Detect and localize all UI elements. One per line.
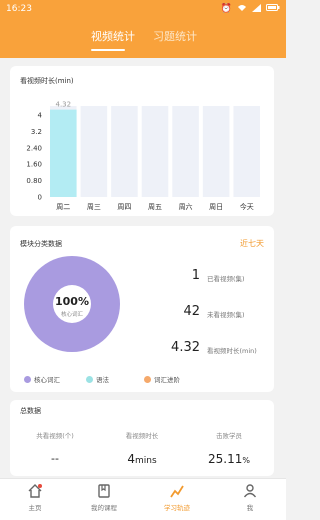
legend-swatch [144, 375, 151, 383]
y-tick-label: 0.80 [26, 177, 42, 185]
legend-grammar: 语法 [86, 374, 109, 384]
donut-percent: 100% [55, 295, 89, 308]
y-tick-label: 2.40 [26, 144, 42, 152]
x-category-label: 周日 [209, 203, 223, 211]
tab-exercise-stats[interactable]: 习题统计 [153, 28, 197, 44]
alarm-icon: ⏰ [220, 4, 232, 14]
y-tick-label: 4 [38, 112, 43, 120]
bar-background [233, 106, 260, 197]
trend-icon [170, 485, 184, 498]
y-tick-label: 1.60 [26, 161, 42, 169]
nav-my-courses[interactable]: 我的课程 [84, 483, 124, 512]
summary-value-duration: 4mins [102, 452, 182, 466]
nav-learning-track[interactable]: 学习轨迹 [157, 483, 197, 512]
summary-value-videos: -- [51, 452, 59, 465]
legend-advanced-vocab: 词汇进阶 [144, 374, 180, 384]
bar-data-label: 4.32 [55, 101, 71, 109]
x-category-label: 周二 [56, 203, 70, 211]
watched-label: 已看视频(集) [207, 275, 245, 283]
module-title: 模块分类数据 [20, 240, 62, 248]
tab-video-stats[interactable]: 视频统计 [91, 28, 135, 44]
module-card: 模块分类数据 近七天 100% 核心词汇 1 已看视频(集) 42 未看视频(集… [10, 226, 274, 392]
unwatched-label: 未看视频(集) [207, 311, 245, 319]
donut-label: 核心词汇 [60, 312, 83, 318]
summary-duration-unit: mins [134, 456, 157, 466]
status-time: 16:23 [6, 4, 32, 14]
summary-beaten-unit: % [242, 456, 250, 465]
summary-value-beaten: 25.11% [189, 452, 269, 466]
bar-background [80, 106, 108, 197]
tab-indicator [91, 49, 125, 51]
y-tick-label: 3.2 [31, 128, 42, 136]
bar-background [172, 106, 199, 197]
range-selector[interactable]: 近七天 [240, 238, 264, 249]
battery-icon [266, 4, 280, 14]
x-category-label: 周五 [148, 203, 162, 211]
x-category-label: 周六 [179, 202, 193, 211]
home-icon [28, 484, 42, 498]
legend-label: 核心词汇 [34, 376, 60, 384]
nav-home[interactable]: 主页 [15, 483, 55, 512]
summary-label-duration: 看视频时长 [125, 432, 159, 440]
header: 视频统计 习题统计 [0, 18, 286, 58]
nav-me[interactable]: 我 [230, 483, 270, 512]
unwatched-count: 42 [183, 304, 200, 319]
status-bar: 16:23 ⏰ [0, 0, 286, 18]
legend-swatch [86, 375, 93, 383]
bar-background [111, 106, 138, 197]
legend-label: 语法 [96, 376, 109, 384]
status-icons: ⏰ [220, 3, 280, 15]
watch-minutes-label: 看视频时长(min) [207, 347, 257, 355]
x-category-label: 今天 [240, 202, 254, 211]
watch-time-card: 看视频时长(min) 4 3.2 2.40 1.60 0.80 0 4.32 周二 周三 周四 周五… [10, 66, 274, 216]
summary-title: 总数据 [20, 407, 41, 415]
bar-background [202, 106, 230, 197]
summary-beaten-number: 25.11 [208, 452, 243, 466]
summary-label-beaten: 击败学员 [216, 432, 242, 440]
bottom-nav: 主页 我的课程 学习轨迹 我 [0, 478, 286, 520]
watch-time-chart: 4 3.2 2.40 1.60 0.80 0 4.32 周二 周三 周四 周五 周六 周日 今天 [26, 101, 260, 211]
book-icon [98, 484, 110, 498]
bar-value [50, 109, 77, 197]
legend-core-vocab: 核心词汇 [24, 374, 60, 384]
nav-my-courses-label: 我的课程 [91, 504, 117, 512]
wifi-icon [237, 4, 247, 15]
summary-card: 总数据 共看视频(个) 看视频时长 击败学员 -- 4mins 25.11% [10, 400, 274, 476]
summary-label-videos: 共看视频(个) [36, 432, 74, 440]
x-category-label: 周三 [87, 203, 101, 211]
nav-home-label: 主页 [28, 504, 42, 512]
signal-icon [252, 3, 261, 15]
bar-background [141, 106, 169, 197]
watch-minutes: 4.32 [171, 340, 200, 355]
legend-label: 词汇进阶 [154, 376, 180, 384]
nav-me-label: 我 [246, 504, 254, 512]
legend-swatch [24, 375, 31, 383]
summary-duration-number: 4 [127, 452, 135, 466]
y-tick-label: 0 [38, 194, 42, 202]
x-category-label: 周四 [117, 203, 131, 211]
user-icon [243, 484, 257, 498]
watched-count: 1 [191, 268, 200, 283]
nav-learning-track-label: 学习轨迹 [164, 504, 190, 512]
